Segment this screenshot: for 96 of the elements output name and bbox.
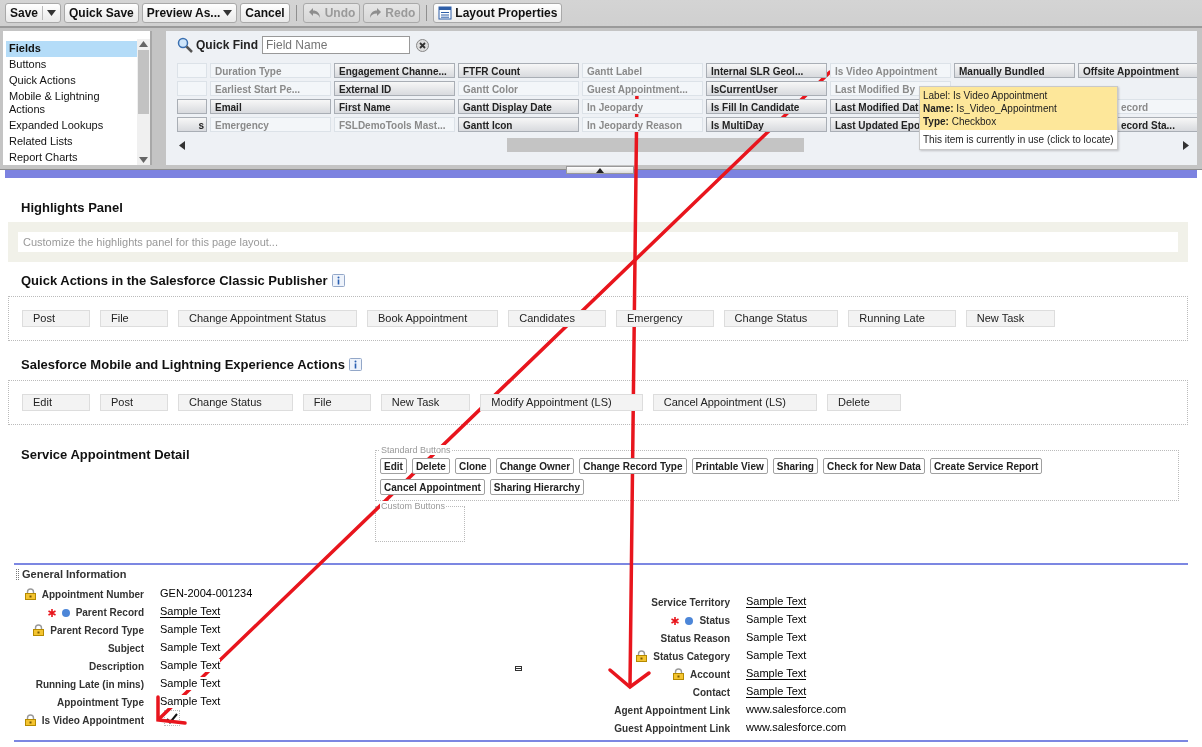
section-title: Quick Actions in the Salesforce Classic Publisher [21,273,328,288]
field-value: Sample Text [160,659,221,672]
action-button[interactable]: Post [22,310,90,327]
group-legend: Custom Buttons [380,501,447,511]
field-tile[interactable]: Engagement Channe... [334,63,455,78]
tooltip-note: This item is currently in use (click to locate) [922,133,1115,147]
field-value: Sample Text [746,649,807,662]
action-button[interactable]: Candidates [508,310,606,327]
section-title: General Information [22,568,127,580]
field-link[interactable]: Sample Text [746,685,807,698]
field-value: Sample Text [160,677,221,690]
action-button[interactable]: Change Status [723,310,839,327]
field-value: Sample Text [160,623,221,636]
field-tile[interactable]: External ID [334,81,455,96]
field-label: Status Category [653,650,730,662]
field-value: Sample Text [160,695,221,708]
field-label: Appointment Type [56,697,144,708]
action-button[interactable]: Running Late [848,310,956,327]
field-value: GEN-2004-001234 [160,587,253,600]
field-value: Sample Text [746,613,807,626]
section-title: Salesforce Mobile and Lightning Experience Actions [21,357,345,372]
field-label: Appointment Number [41,588,144,600]
action-button[interactable]: File [100,310,168,327]
field-tile[interactable]: s [177,117,207,132]
standard-button[interactable]: Change Owner [495,458,575,474]
field-label: Is Video Appointment [41,714,144,726]
field-value: www.salesforce.com [746,703,847,716]
preview-button[interactable]: Preview As... [141,3,238,23]
standard-button[interactable]: Cancel Appointment [380,479,485,495]
layout-properties-button[interactable]: Layout Properties [433,3,563,23]
field-link[interactable]: Sample Text [746,667,807,680]
field-label: Guest Appointment Link [614,723,730,734]
standard-button[interactable]: Printable View [691,458,768,474]
quick-find-label: Quick Find [196,38,258,52]
action-button[interactable]: New Task [965,310,1056,327]
toolbar-button[interactable]: Cancel [240,3,290,23]
action-button[interactable]: Emergency [615,310,714,327]
standard-button[interactable]: Change Record Type [579,458,687,474]
action-button[interactable]: Modify Appointment (LS) [480,394,643,411]
field-link[interactable]: Sample Text [160,605,221,618]
field-tile[interactable]: Offsite Appointment [1078,63,1197,78]
category-item[interactable]: Mobile & Lightning Actions [6,89,137,118]
field-tile[interactable]: First Name [334,99,455,114]
field-label: Parent Record [75,607,144,618]
standard-button[interactable]: Sharing Hierarchy [489,479,584,495]
toolbar-button[interactable]: Quick Save [64,3,139,23]
action-button[interactable]: Post [100,394,168,411]
section-title: Service Appointment Detail [20,446,191,464]
field-label: Account [690,668,730,680]
category-item[interactable]: Related Lists [6,134,137,150]
category-item[interactable]: Quick Actions [6,73,137,89]
field-label: Subject [107,643,144,654]
field-label: Description [89,661,144,672]
field-label: Contact [692,687,730,698]
standard-button[interactable]: Clone [454,458,491,474]
save-button[interactable]: Save [5,3,62,23]
field-tile[interactable]: FTFR Count [458,63,579,78]
action-button[interactable]: Delete [827,394,901,411]
standard-button[interactable]: Check for New Data [822,458,925,474]
field-value: Sample Text [746,631,807,644]
field-link[interactable]: Sample Text [746,595,807,608]
field-tile[interactable]: Is Fill In Candidate [706,99,827,114]
standard-button[interactable]: Sharing [772,458,818,474]
field-value: Sample Text [160,641,221,654]
field-tile[interactable]: IsCurrentUser [706,81,827,96]
field-tile[interactable]: Internal SLR Geol... [706,63,827,78]
highlights-field[interactable]: Customize the highlights panel for this page layout... [18,232,1178,252]
standard-button[interactable]: Delete [411,458,450,474]
field-label: Status Reason [660,633,730,644]
field-label: Agent Appointment Link [614,705,730,716]
action-button[interactable]: Change Appointment Status [178,310,357,327]
standard-button[interactable]: Edit [380,458,407,474]
category-item[interactable]: Expanded Lookups [6,118,137,134]
action-button[interactable]: Edit [22,394,90,411]
field-tile[interactable]: Email [210,99,331,114]
field-label: Running Late (in mins) [35,679,144,690]
section-title: Highlights Panel [21,200,123,215]
category-item[interactable]: Fields [6,41,137,57]
field-label: Service Territory [651,597,730,608]
field-label: Parent Record Type [50,624,144,636]
action-button[interactable]: Change Status [178,394,293,411]
field-tile[interactable]: Manually Bundled [954,63,1075,78]
action-button[interactable]: New Task [380,394,471,411]
group-legend: Standard Buttons [380,445,452,455]
action-button[interactable]: Book Appointment [367,310,499,327]
action-button[interactable]: File [302,394,371,411]
field-label: Status [699,615,730,626]
field-tile[interactable]: Gantt Display Date [458,99,579,114]
category-item[interactable]: Report Charts [6,150,137,166]
action-button[interactable]: Cancel Appointment (LS) [652,394,817,411]
field-tile[interactable]: Gantt Icon [458,117,579,132]
field-value: www.salesforce.com [746,721,847,734]
field-tile[interactable]: Is MultiDay [706,117,827,132]
search-field[interactable]: Field Name [262,36,410,54]
category-item[interactable]: Buttons [6,57,137,73]
standard-button[interactable]: Create Service Report [929,458,1043,474]
